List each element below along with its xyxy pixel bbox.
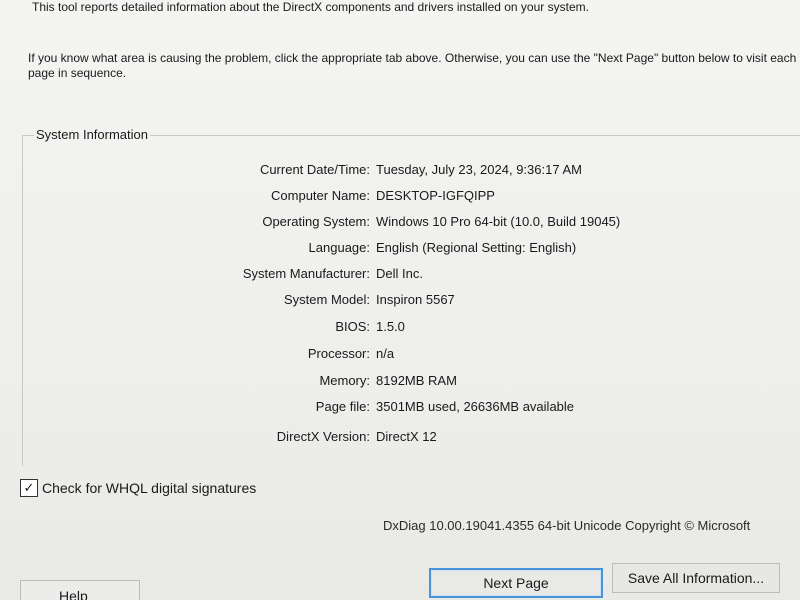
info-row-page-file: Page file: 3501MB used, 26636MB availabl… bbox=[0, 399, 800, 419]
info-label: Memory: bbox=[319, 373, 370, 388]
info-value: Dell Inc. bbox=[376, 266, 423, 281]
info-row-system-model: System Model: Inspiron 5567 bbox=[0, 292, 800, 312]
info-row-directx-version: DirectX Version: DirectX 12 bbox=[0, 429, 800, 449]
info-label: Page file: bbox=[315, 399, 370, 414]
info-value: 3501MB used, 26636MB available bbox=[376, 399, 575, 414]
whql-checkbox[interactable]: ✓ bbox=[20, 479, 38, 497]
version-copyright-text: DxDiag 10.00.19041.4355 64-bit Unicode C… bbox=[383, 518, 751, 533]
dxdiag-window: This tool reports detailed information a… bbox=[0, 0, 800, 600]
info-row-processor: Processor: n/a bbox=[0, 346, 800, 366]
info-row-operating-system: Operating System: Windows 10 Pro 64-bit … bbox=[0, 214, 800, 234]
info-row-language: Language: English (Regional Setting: Eng… bbox=[0, 240, 800, 260]
whql-checkbox-control[interactable]: ✓ Check for WHQL digital signatures bbox=[20, 479, 256, 497]
info-row-bios: BIOS: 1.5.0 bbox=[0, 319, 800, 339]
info-value: 8192MB RAM bbox=[376, 373, 457, 388]
help-button[interactable]: Help bbox=[20, 580, 140, 600]
next-page-button[interactable]: Next Page bbox=[429, 568, 603, 598]
info-value: Inspiron 5567 bbox=[376, 292, 455, 307]
system-information-title: System Information bbox=[34, 127, 150, 142]
info-row-system-manufacturer: System Manufacturer: Dell Inc. bbox=[0, 266, 800, 286]
info-value: English (Regional Setting: English) bbox=[376, 240, 577, 255]
info-row-computer-name: Computer Name: DESKTOP-IGFQIPP bbox=[0, 188, 800, 208]
info-value: n/a bbox=[376, 346, 395, 361]
info-label: DirectX Version: bbox=[276, 429, 370, 444]
info-label: System Model: bbox=[284, 292, 370, 307]
info-label: Computer Name: bbox=[271, 188, 370, 203]
save-all-information-button[interactable]: Save All Information... bbox=[612, 563, 780, 593]
info-value: 1.5.0 bbox=[376, 319, 405, 334]
info-label: Current Date/Time: bbox=[259, 162, 370, 177]
info-label: Operating System: bbox=[262, 214, 370, 229]
info-label: BIOS: bbox=[335, 319, 370, 334]
info-row-memory: Memory: 8192MB RAM bbox=[0, 373, 800, 393]
info-value: DirectX 12 bbox=[376, 429, 437, 444]
info-row-date-time: Current Date/Time: Tuesday, July 23, 202… bbox=[0, 162, 800, 182]
info-label: Processor: bbox=[307, 346, 370, 361]
info-value: Windows 10 Pro 64-bit (10.0, Build 19045… bbox=[376, 214, 621, 229]
info-value: DESKTOP-IGFQIPP bbox=[376, 188, 495, 203]
info-value: Tuesday, July 23, 2024, 9:36:17 AM bbox=[376, 162, 582, 177]
whql-checkbox-label: Check for WHQL digital signatures bbox=[42, 480, 257, 496]
intro-text-line2: If you know what area is causing the pro… bbox=[28, 51, 797, 80]
intro-text-line1: This tool reports detailed information a… bbox=[32, 0, 589, 14]
info-label: System Manufacturer: bbox=[242, 266, 370, 281]
info-label: Language: bbox=[308, 240, 370, 255]
